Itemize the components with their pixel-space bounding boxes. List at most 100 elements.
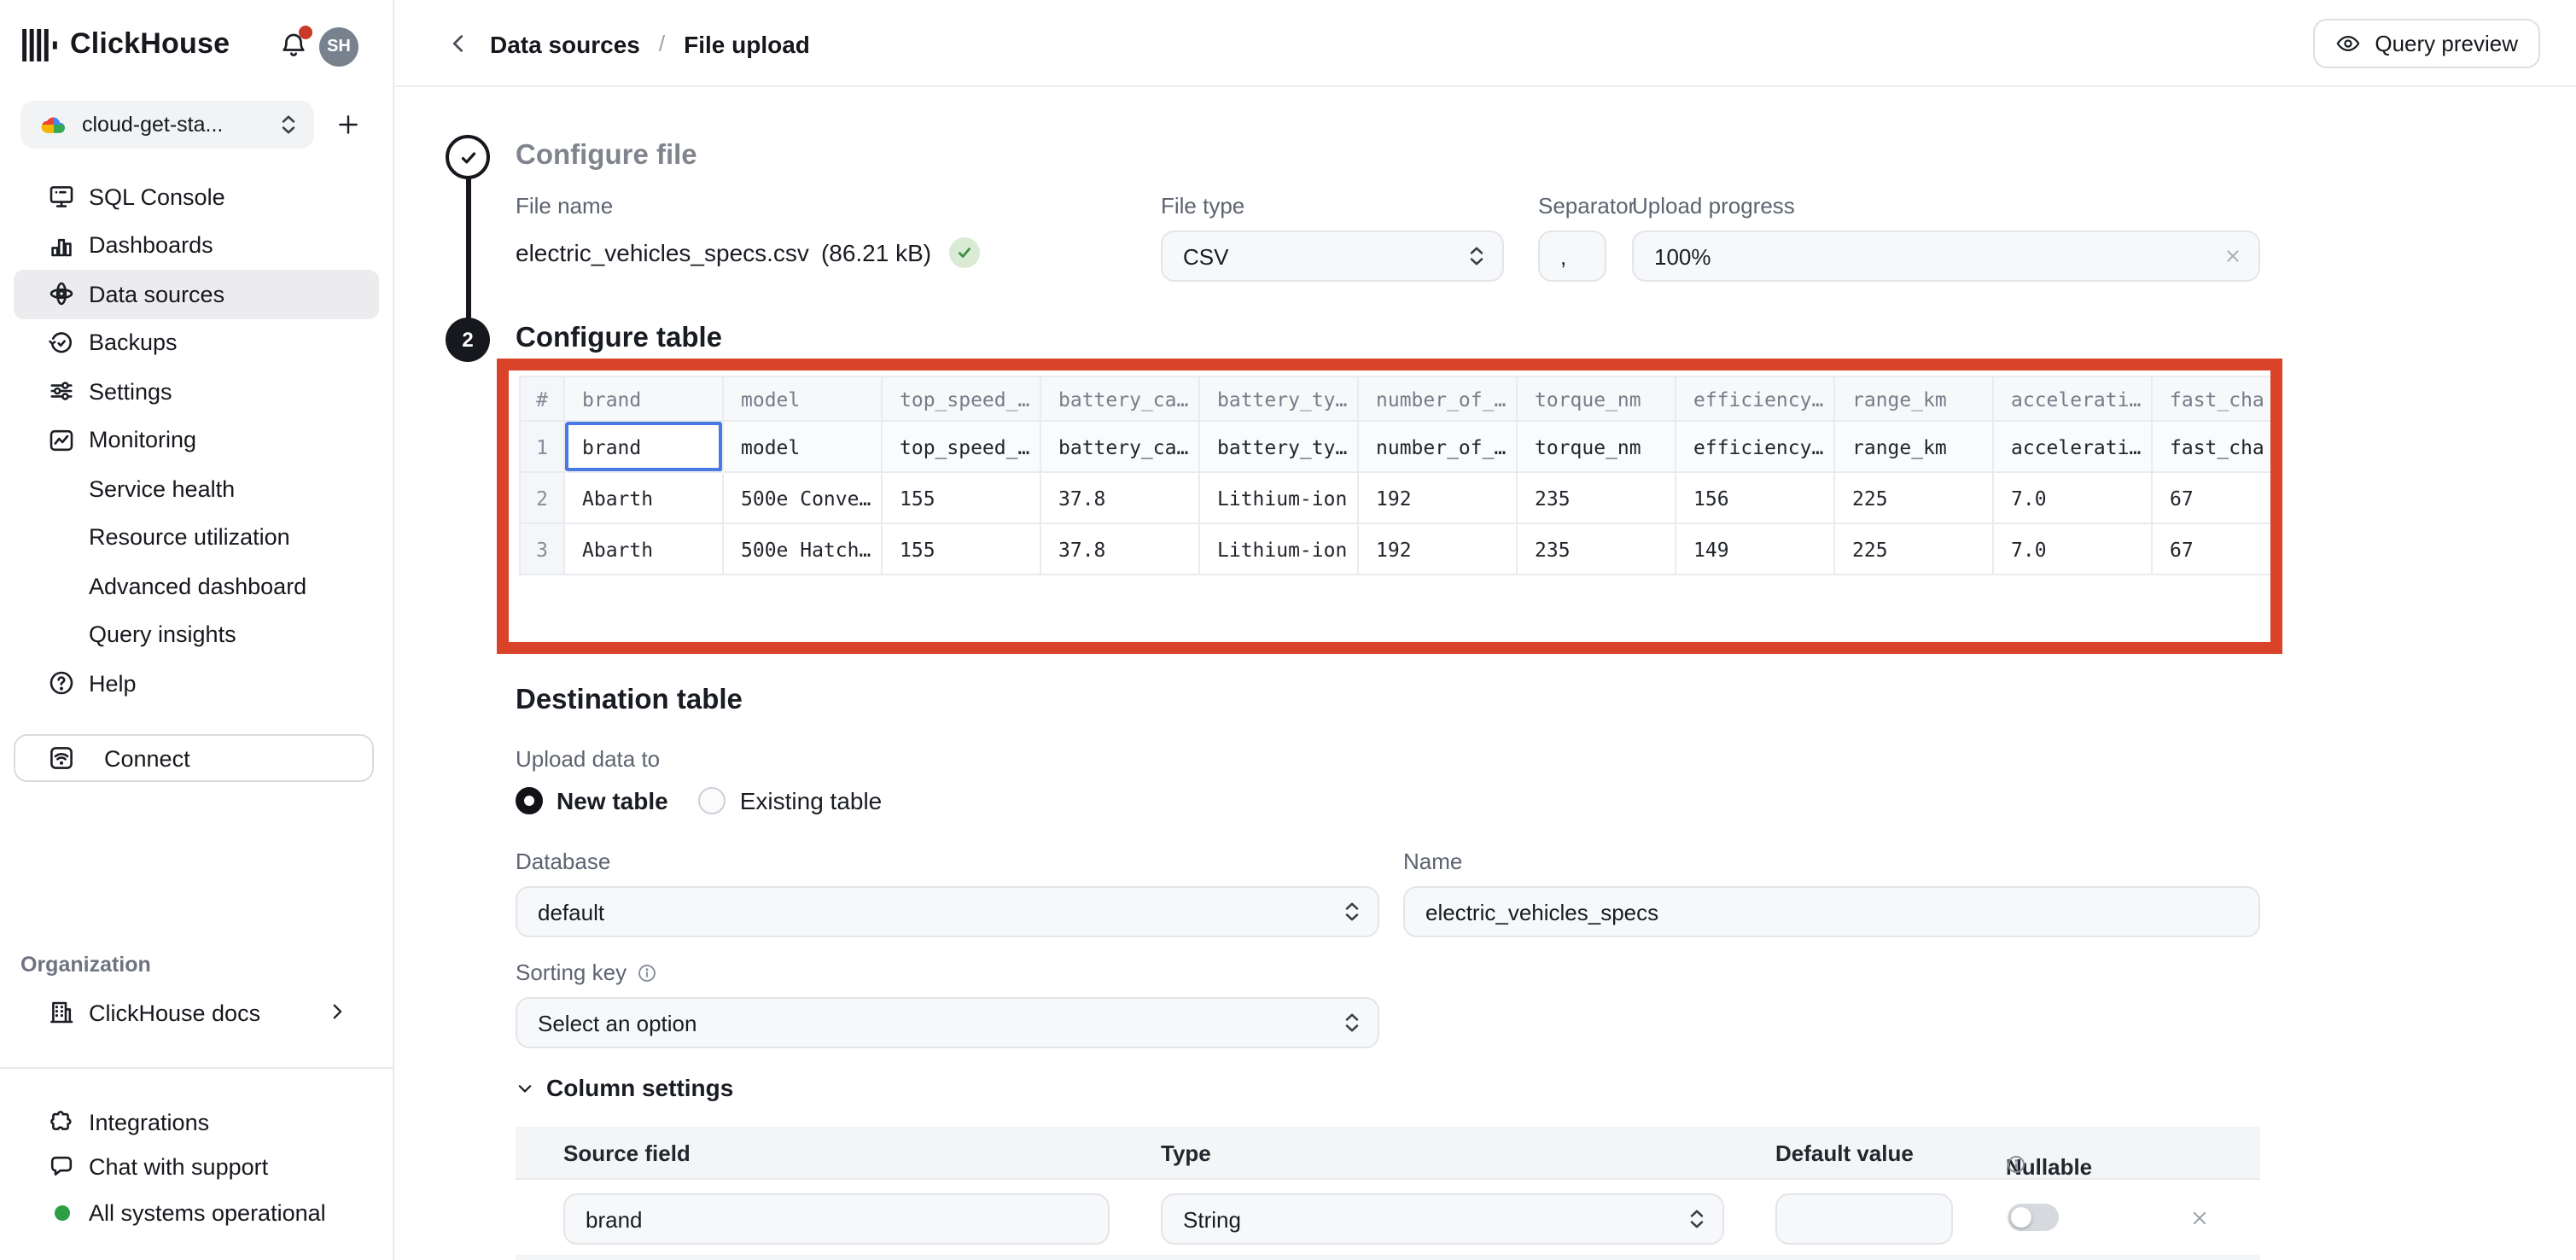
separator-input[interactable] bbox=[1538, 230, 1606, 282]
query-preview-button[interactable]: Query preview bbox=[2313, 19, 2540, 68]
default-value-input[interactable] bbox=[1775, 1193, 1953, 1245]
table-cell[interactable]: 67 bbox=[2153, 473, 2282, 524]
table-cell[interactable]: number_of_… bbox=[1359, 422, 1518, 473]
table-cell[interactable]: 500e Conve… bbox=[724, 473, 883, 524]
table-name-input[interactable] bbox=[1403, 886, 2260, 937]
file-type-select[interactable]: CSV bbox=[1161, 230, 1504, 282]
table-cell[interactable]: 37.8 bbox=[1041, 473, 1200, 524]
query-preview-label: Query preview bbox=[2375, 31, 2518, 56]
source-field-input[interactable] bbox=[563, 1193, 1110, 1245]
avatar[interactable]: SH bbox=[319, 27, 358, 67]
sidebar-item-system-status[interactable]: All systems operational bbox=[14, 1188, 379, 1236]
table-cell[interactable]: Abarth bbox=[565, 473, 724, 524]
add-service-button[interactable] bbox=[324, 101, 372, 149]
table-cell[interactable]: 37.8 bbox=[1041, 524, 1200, 575]
sidebar-item-settings[interactable]: Settings bbox=[14, 367, 379, 416]
column-settings-table: Source field Type Default value Nullable… bbox=[516, 1127, 2260, 1260]
table-cell[interactable]: top_speed_… bbox=[883, 422, 1041, 473]
sidebar-item-dashboards[interactable]: Dashboards bbox=[14, 221, 379, 270]
step-1-check-icon bbox=[446, 135, 490, 179]
sidebar-item-monitoring[interactable]: Monitoring bbox=[14, 416, 379, 464]
type-select[interactable]: String bbox=[1161, 1193, 1724, 1245]
row-number-cell: 2 bbox=[521, 473, 565, 524]
table-cell[interactable]: accelerati… bbox=[1994, 422, 2153, 473]
sidebar-item-label: Data sources bbox=[89, 282, 224, 307]
table-cell[interactable]: torque_nm bbox=[1518, 422, 1676, 473]
database-select[interactable]: default bbox=[516, 886, 1379, 937]
table-cell[interactable]: Lithium-ion bbox=[1200, 524, 1359, 575]
name-label: Name bbox=[1403, 849, 1462, 874]
table-cell[interactable]: Abarth bbox=[565, 524, 724, 575]
table-cell[interactable]: fast_cha bbox=[2153, 422, 2282, 473]
sidebar-item-help[interactable]: Help bbox=[14, 659, 379, 708]
file-success-check-icon bbox=[948, 237, 979, 268]
connect-button[interactable]: Connect bbox=[14, 734, 374, 782]
breadcrumb-file-upload: File upload bbox=[684, 30, 810, 57]
row-number-header: # bbox=[521, 377, 565, 422]
column-header: battery_ca… bbox=[1041, 377, 1200, 422]
sidebar-item-label: Resource utilization bbox=[89, 525, 290, 551]
info-icon bbox=[637, 962, 657, 983]
info-icon bbox=[2006, 1154, 2026, 1175]
data-sources-icon bbox=[48, 281, 75, 308]
table-cell[interactable]: 7.0 bbox=[1994, 524, 2153, 575]
table-cell[interactable]: 7.0 bbox=[1994, 473, 2153, 524]
column-header: range_km bbox=[1835, 377, 1994, 422]
configure-file-heading: Configure file bbox=[516, 140, 697, 172]
breadcrumb-data-sources[interactable]: Data sources bbox=[490, 30, 640, 57]
new-table-radio[interactable] bbox=[516, 787, 543, 814]
table-cell[interactable]: 235 bbox=[1518, 473, 1676, 524]
remove-column-x-icon[interactable] bbox=[2185, 1204, 2212, 1231]
sidebar-item-label: Monitoring bbox=[89, 428, 196, 453]
sorting-key-label: Sorting key bbox=[516, 960, 627, 985]
table-cell[interactable]: 156 bbox=[1676, 473, 1835, 524]
nullable-toggle[interactable] bbox=[2008, 1204, 2059, 1231]
notifications-bell-icon[interactable] bbox=[278, 31, 309, 61]
table-cell[interactable]: battery_ty… bbox=[1200, 422, 1359, 473]
table-cell[interactable]: 500e Hatch… bbox=[724, 524, 883, 575]
sidebar-item-resource-utilization[interactable]: Resource utilization bbox=[14, 513, 379, 562]
chevron-updown-icon bbox=[1688, 1209, 1705, 1229]
app-title: ClickHouse bbox=[70, 27, 230, 61]
sidebar-item-sql-console[interactable]: SQL Console bbox=[14, 172, 379, 221]
sidebar-item-backups[interactable]: Backups bbox=[14, 318, 379, 367]
table-cell[interactable]: Lithium-ion bbox=[1200, 473, 1359, 524]
chevron-right-icon bbox=[326, 1000, 348, 1023]
table-cell[interactable]: 155 bbox=[883, 473, 1041, 524]
type-header: Type bbox=[1161, 1140, 1211, 1166]
sorting-key-select[interactable]: Select an option bbox=[516, 997, 1379, 1048]
service-selector[interactable]: cloud-get-sta... bbox=[20, 101, 314, 149]
table-cell[interactable]: battery_ca… bbox=[1041, 422, 1200, 473]
file-name-label: File name bbox=[516, 193, 613, 219]
sidebar-item-query-insights[interactable]: Query insights bbox=[14, 610, 379, 659]
table-cell[interactable]: 155 bbox=[883, 524, 1041, 575]
chevron-updown-icon bbox=[1343, 1012, 1361, 1033]
sidebar-item-service-health[interactable]: Service health bbox=[14, 464, 379, 513]
column-settings-toggle[interactable]: Column settings bbox=[516, 1074, 733, 1101]
connect-icon bbox=[48, 744, 75, 772]
table-cell[interactable]: 225 bbox=[1835, 473, 1994, 524]
existing-table-radio[interactable] bbox=[699, 787, 726, 814]
sidebar-item-advanced-dashboard[interactable]: Advanced dashboard bbox=[14, 562, 379, 610]
upload-progress-field: 100% bbox=[1632, 230, 2260, 282]
sidebar-item-data-sources[interactable]: Data sources bbox=[14, 270, 379, 318]
sidebar-item-clickhouse-docs[interactable]: ClickHouse docs bbox=[14, 989, 379, 1036]
table-cell[interactable]: 225 bbox=[1835, 524, 1994, 575]
table-cell[interactable]: efficiency… bbox=[1676, 422, 1835, 473]
file-name-text: electric_vehicles_specs.csv bbox=[516, 239, 809, 266]
clear-upload-x-icon[interactable] bbox=[2224, 248, 2241, 265]
table-cell[interactable]: brand bbox=[565, 422, 724, 473]
sidebar-item-integrations[interactable]: Integrations bbox=[14, 1098, 379, 1146]
table-cell[interactable]: 149 bbox=[1676, 524, 1835, 575]
table-cell[interactable]: 67 bbox=[2153, 524, 2282, 575]
sidebar-item-chat-with-support[interactable]: Chat with support bbox=[14, 1142, 379, 1190]
table-cell[interactable]: 192 bbox=[1359, 524, 1518, 575]
breadcrumb: Data sources / File upload bbox=[446, 0, 810, 87]
preview-table-header-row: #brandmodeltop_speed_…battery_ca…battery… bbox=[521, 377, 2272, 422]
table-cell[interactable]: model bbox=[724, 422, 883, 473]
upload-data-to-radio-group: New table Existing table bbox=[516, 787, 882, 814]
table-cell[interactable]: 235 bbox=[1518, 524, 1676, 575]
table-cell[interactable]: 192 bbox=[1359, 473, 1518, 524]
table-cell[interactable]: range_km bbox=[1835, 422, 1994, 473]
back-chevron-icon[interactable] bbox=[446, 31, 471, 56]
